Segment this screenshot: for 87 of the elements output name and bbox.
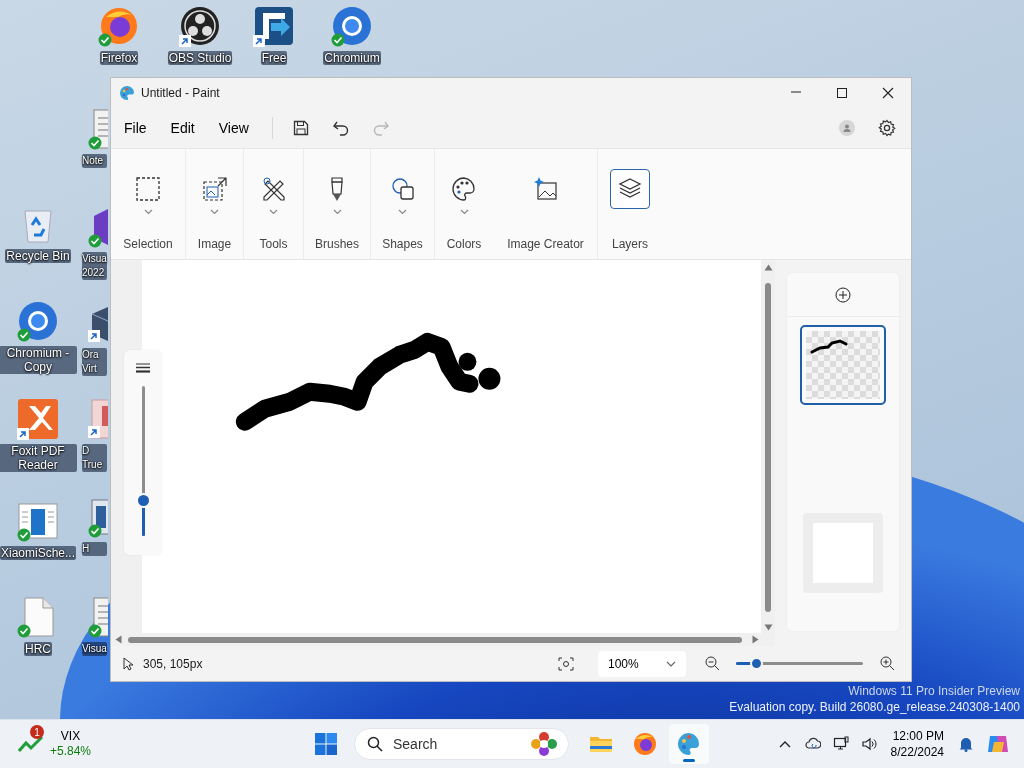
add-icon[interactable]: [835, 286, 851, 303]
ribbon-button[interactable]: Layers: [598, 149, 663, 259]
monitor-icon[interactable]: [832, 736, 849, 752]
undo-icon[interactable]: [331, 119, 350, 137]
caret-icon[interactable]: [459, 209, 469, 215]
slider-thumb[interactable]: [135, 493, 151, 508]
zoom-out-icon[interactable]: [704, 656, 720, 671]
save-icon[interactable]: [291, 119, 310, 137]
check-badge-icon: [17, 328, 31, 342]
icon-label: Foxit PDF Reader: [0, 444, 77, 472]
check-badge-icon: [331, 33, 345, 47]
caret-icon[interactable]: [332, 209, 342, 215]
stock-change: +5.84%: [50, 744, 92, 759]
settings-icon[interactable]: [878, 119, 896, 137]
windows-logo-icon[interactable]: [314, 732, 338, 756]
ribbon-button[interactable]: Colors: [435, 149, 494, 259]
icon-label: Visua: [82, 642, 107, 656]
pointer-icon: [123, 656, 135, 671]
clock-date: 8/22/2024: [890, 744, 944, 760]
menu-item[interactable]: File: [115, 114, 156, 142]
check-badge-icon: [17, 528, 31, 542]
check-badge-icon: [17, 624, 31, 638]
arrow-logo-icon[interactable]: [253, 5, 295, 47]
caret-icon[interactable]: [269, 209, 278, 215]
icon-label: Visua 2022: [82, 252, 107, 280]
ribbon-button[interactable]: Tools: [244, 149, 304, 259]
icon-label: Note: [82, 154, 107, 168]
icon-label: Chromium - Copy: [0, 346, 77, 374]
notification-badge: 1: [30, 725, 44, 739]
cursor-position: 305, 105px: [143, 656, 203, 671]
icon-label: Ora Virt: [82, 348, 107, 376]
window-icon[interactable]: [17, 500, 59, 542]
scroll-right-icon[interactable]: [752, 635, 759, 645]
scrollbar-thumb[interactable]: [765, 283, 771, 613]
icon-label: D True: [82, 444, 107, 472]
scroll-up-icon[interactable]: [763, 264, 773, 271]
picture-icon[interactable]: [88, 398, 108, 440]
menu-item[interactable]: Edit: [161, 114, 204, 142]
image-icon[interactable]: [200, 175, 229, 203]
flower-icon: [529, 731, 559, 757]
ribbon-button[interactable]: Image: [186, 149, 244, 259]
check-badge-icon: [98, 33, 112, 47]
maximize-icon[interactable]: [836, 87, 848, 99]
taskbar-app-button[interactable]: [669, 724, 709, 764]
clock-time: 12:00 PM: [892, 728, 944, 744]
app-logo-icon[interactable]: [179, 5, 221, 47]
reader-logo-icon[interactable]: [17, 398, 59, 440]
caret-icon[interactable]: [143, 209, 153, 215]
stroke-preview-drawing: [810, 339, 848, 354]
shortcut-arrow-icon: [253, 35, 265, 47]
clock-button[interactable]: 12:00 PM 8/22/2024: [882, 728, 952, 760]
window-title: Untitled - Paint: [141, 86, 221, 100]
menu-item[interactable]: View: [209, 114, 258, 142]
search-icon: [367, 736, 383, 752]
ribbon-button[interactable]: Brushes: [304, 149, 371, 259]
fit-screen-icon[interactable]: [558, 656, 574, 671]
watermark-text: Windows 11 Pro Insider Preview: [848, 683, 1020, 699]
scroll-left-icon[interactable]: [115, 635, 122, 645]
caret-icon[interactable]: [398, 209, 407, 215]
ribbon-button[interactable]: Selection: [111, 149, 186, 259]
palette-icon[interactable]: [450, 175, 478, 203]
drawing-canvas[interactable]: [142, 260, 761, 634]
zoom-in-icon[interactable]: [879, 656, 895, 671]
palette-logo-icon: [119, 85, 135, 101]
bell-icon[interactable]: [958, 736, 974, 752]
ribbon-button[interactable]: Shapes: [371, 149, 435, 259]
shortcut-arrow-icon: [179, 35, 191, 47]
scrollbar-thumb[interactable]: [128, 636, 742, 643]
watermark-text: Evaluation copy. Build 26080.ge_release.240308-1400: [729, 699, 1020, 715]
layer-thumbnail[interactable]: [800, 325, 886, 405]
stock-name: VIX: [59, 729, 82, 744]
selection-icon[interactable]: [134, 175, 162, 203]
avatar-icon[interactable]: [839, 120, 855, 136]
shortcut-arrow-icon: [17, 428, 29, 440]
line-thickness-icon: [135, 362, 151, 374]
stock-chart-icon: [18, 734, 44, 754]
search-field[interactable]: Search: [354, 728, 569, 760]
icon-label: H: [82, 542, 107, 556]
scroll-down-icon[interactable]: [763, 624, 773, 632]
caret-icon[interactable]: [210, 209, 219, 215]
speaker-icon[interactable]: [860, 736, 877, 752]
ribbon-button[interactable]: Image Creator: [494, 149, 598, 259]
caret-icon[interactable]: [666, 660, 676, 667]
slider-thumb[interactable]: [750, 657, 764, 670]
zoom-dropdown[interactable]: 100%: [598, 650, 686, 677]
cloud-sync-icon[interactable]: [804, 736, 821, 752]
close-icon[interactable]: [882, 87, 894, 99]
